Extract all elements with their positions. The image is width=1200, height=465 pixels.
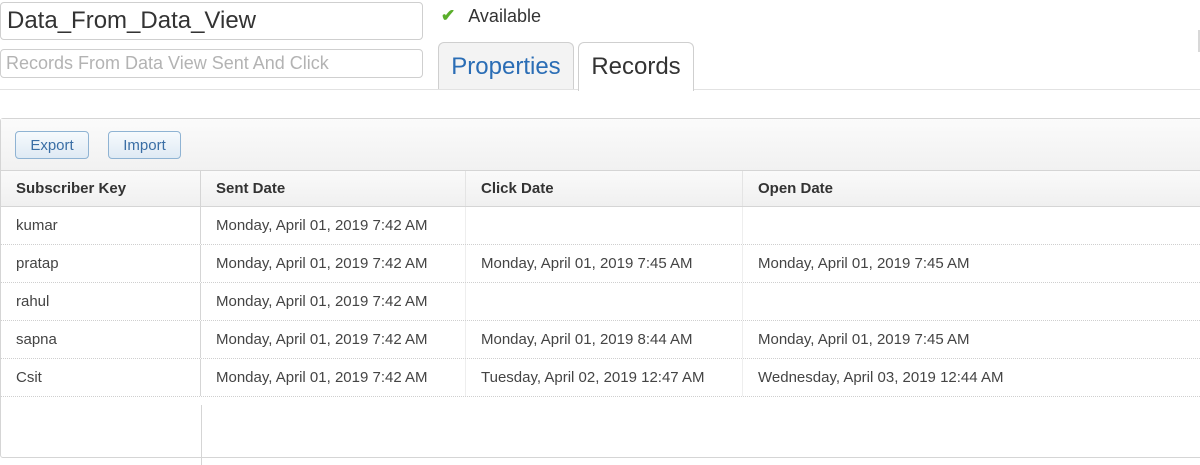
- cell-open-date: Monday, April 01, 2019 7:45 AM: [758, 255, 970, 272]
- table-row[interactable]: sapna Monday, April 01, 2019 7:42 AM Mon…: [1, 321, 1200, 359]
- cell-sent-date: Monday, April 01, 2019 7:42 AM: [201, 245, 466, 282]
- column-header-sent-date[interactable]: Sent Date: [201, 171, 466, 206]
- cell-open-date: Wednesday, April 03, 2019 12:44 AM: [758, 369, 1004, 386]
- cell-subscriber-key: sapna: [1, 321, 201, 358]
- table-row[interactable]: pratap Monday, April 01, 2019 7:42 AM Mo…: [1, 245, 1200, 283]
- cell-open-date: Monday, April 01, 2019 7:45 AM: [758, 331, 970, 348]
- cell-click-date: Monday, April 01, 2019 7:45 AM: [466, 245, 743, 282]
- cell-click-date: [466, 207, 743, 244]
- records-toolbar: Export Import: [1, 119, 1200, 171]
- cell-sent-date: Monday, April 01, 2019 7:42 AM: [201, 207, 466, 244]
- cell-sent-date: Monday, April 01, 2019 7:42 AM: [201, 359, 466, 396]
- import-button[interactable]: Import: [108, 131, 181, 159]
- cell-click-date: [466, 283, 743, 320]
- cell-subscriber-key: pratap: [1, 245, 201, 282]
- check-icon: ✔: [441, 6, 456, 25]
- column-header-click-date[interactable]: Click Date: [466, 171, 743, 206]
- records-panel: Export Import Subscriber Key Sent Date C…: [0, 118, 1200, 465]
- records-table: Subscriber Key Sent Date Click Date Open…: [1, 171, 1200, 397]
- cell-click-date: Monday, April 01, 2019 8:44 AM: [466, 321, 743, 358]
- table-row[interactable]: kumar Monday, April 01, 2019 7:42 AM: [1, 207, 1200, 245]
- cell-sent-date: Monday, April 01, 2019 7:42 AM: [201, 283, 466, 320]
- table-row[interactable]: Csit Monday, April 01, 2019 7:42 AM Tues…: [1, 359, 1200, 397]
- column-divider: [201, 405, 202, 465]
- cell-sent-date: Monday, April 01, 2019 7:42 AM: [201, 321, 466, 358]
- column-header-subscriber-key[interactable]: Subscriber Key: [1, 171, 201, 206]
- cell-open-date: [743, 283, 1200, 320]
- status-indicator: ✔ Available: [441, 5, 541, 27]
- export-button[interactable]: Export: [15, 131, 89, 159]
- status-label: Available: [468, 5, 541, 26]
- data-extension-name-input[interactable]: [0, 2, 423, 40]
- cell-click-date: Tuesday, April 02, 2019 12:47 AM: [466, 359, 743, 396]
- cell-open-date: [743, 207, 1200, 244]
- tab-properties[interactable]: Properties: [438, 42, 574, 90]
- column-header-open-date[interactable]: Open Date: [743, 171, 1200, 206]
- cell-subscriber-key: kumar: [1, 207, 201, 244]
- table-header: Subscriber Key Sent Date Click Date Open…: [1, 171, 1200, 207]
- tab-records[interactable]: Records: [578, 42, 694, 91]
- cell-subscriber-key: Csit: [1, 359, 201, 396]
- description-input[interactable]: [0, 49, 423, 78]
- table-row[interactable]: rahul Monday, April 01, 2019 7:42 AM: [1, 283, 1200, 321]
- cell-subscriber-key: rahul: [1, 283, 201, 320]
